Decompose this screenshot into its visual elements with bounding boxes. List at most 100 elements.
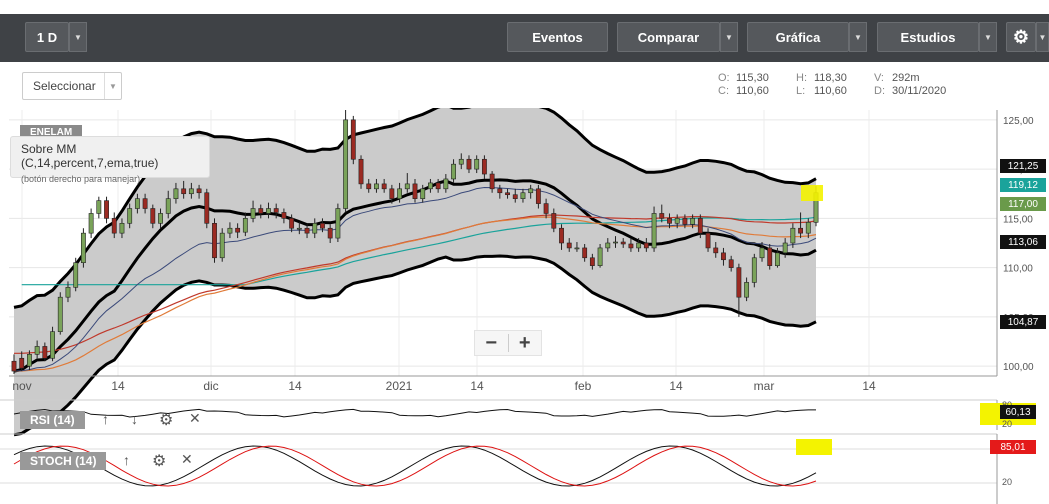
candle-body [605, 242, 611, 249]
candle-body [458, 158, 464, 165]
select-dropdown[interactable]: Seleccionar ▼ [22, 72, 122, 100]
candle-body [219, 232, 225, 259]
ohlc-volume: V: 292m [874, 72, 920, 84]
ohlc-close: C: 110,60 [718, 85, 769, 97]
candle-body [73, 262, 79, 288]
date-axis-label: 2021 [386, 379, 413, 393]
zoom-in-button[interactable]: + [509, 331, 542, 355]
candle-body [589, 257, 595, 266]
top-toolbar: 1 D ▼ Eventos Comparar ▼ Gráfica ▼ Estud… [0, 14, 1049, 62]
candle-body [474, 158, 480, 170]
candle-body [335, 208, 341, 239]
arrow-down-icon[interactable]: ↓ [131, 411, 138, 427]
candle-body [805, 222, 811, 234]
comparar-dropdown-icon[interactable]: ▼ [720, 22, 738, 52]
eventos-button[interactable]: Eventos [507, 22, 608, 52]
candle-body [27, 354, 32, 367]
interval-button[interactable]: 1 D [25, 22, 69, 52]
close-icon[interactable]: ✕ [189, 410, 201, 427]
candle-body [327, 227, 333, 239]
candle-body [705, 232, 711, 249]
study-tooltip: Sobre MM (C,14,percent,7,ema,true) (botó… [10, 136, 210, 184]
highlight-marker [801, 185, 823, 201]
arrow-up-icon[interactable]: ↑ [123, 452, 130, 468]
date-axis-label: feb [575, 379, 592, 393]
price-tag: 119,12 [1000, 178, 1046, 192]
date-axis-label: dic [203, 379, 218, 393]
candle-body [289, 218, 295, 229]
candle-body [535, 188, 541, 204]
zoom-out-button[interactable]: − [475, 331, 508, 355]
candle-body [435, 182, 441, 190]
candle-body [744, 282, 750, 298]
price-axis-label: 100,00 [1003, 362, 1034, 373]
candle-body [204, 192, 210, 224]
candle-body [667, 218, 672, 224]
candle-body [736, 267, 742, 298]
candle-body [759, 247, 765, 259]
chevron-down-icon[interactable]: ▼ [104, 73, 121, 99]
candle-body [551, 213, 557, 229]
candle-body [620, 241, 626, 245]
candle-body [320, 222, 325, 229]
comparar-button[interactable]: Comparar [617, 22, 720, 52]
candle-body [50, 331, 55, 359]
gear-icon[interactable]: ⚙ [152, 451, 166, 471]
arrow-up-icon[interactable]: ↑ [102, 411, 109, 427]
grafica-button[interactable]: Gráfica [747, 22, 849, 52]
candle-body [250, 208, 256, 219]
candle-body [404, 183, 410, 190]
settings-dropdown-icon[interactable]: ▼ [1036, 22, 1049, 52]
candle-body [188, 188, 194, 195]
candle-body [721, 252, 726, 261]
candle-body [713, 247, 719, 254]
stoch-label[interactable]: STOCH (14) [20, 452, 107, 470]
candle-body [790, 227, 796, 244]
date-axis-label: nov [12, 379, 31, 393]
estudios-button[interactable]: Estudios [877, 22, 979, 52]
candle-body [358, 158, 364, 185]
stoch-value: 85,01 [1000, 441, 1026, 453]
price-axis-label: 125,00 [1003, 116, 1034, 127]
grafica-dropdown-icon[interactable]: ▼ [849, 22, 867, 52]
candle-body [574, 247, 580, 250]
price-axis-label: 110,00 [1003, 264, 1033, 275]
price-tag: 117,00 [1000, 197, 1046, 211]
candle-body [42, 346, 48, 359]
candle-body [481, 158, 487, 175]
candle-body [304, 227, 310, 234]
candle-body [697, 218, 703, 234]
candle-body [412, 183, 418, 199]
candle-body [505, 192, 510, 196]
price-axis-label: 115,00 [1003, 214, 1033, 225]
candle-body [389, 188, 395, 199]
candle-body [397, 188, 402, 199]
candle-body [559, 227, 564, 244]
candle-body [767, 247, 773, 266]
ohlc-high: H: 118,30 [796, 72, 847, 84]
candle-body [266, 208, 271, 214]
stoch-k-line [13, 445, 817, 487]
date-axis-label: 14 [470, 379, 484, 393]
candle-body [134, 198, 140, 209]
candle-body [96, 200, 102, 214]
gear-icon[interactable]: ⚙ [159, 410, 173, 430]
candle-body [350, 119, 356, 160]
candle-body [173, 188, 179, 199]
estudios-dropdown-icon[interactable]: ▼ [979, 22, 997, 52]
rsi-label[interactable]: RSI (14) [20, 411, 85, 429]
candle-body [258, 208, 264, 214]
date-axis-label: mar [754, 379, 775, 393]
close-icon[interactable]: ✕ [181, 451, 193, 468]
candle-body [520, 192, 526, 199]
candle-body [512, 194, 518, 199]
candle-body [19, 357, 25, 369]
stoch-d-line [13, 445, 817, 487]
interval-dropdown-icon[interactable]: ▼ [69, 22, 87, 52]
candle-body [597, 247, 603, 266]
gear-icon[interactable]: ⚙ [1006, 22, 1036, 52]
candle-body [566, 242, 572, 249]
tooltip-hint: (botón derecho para manejar) [21, 174, 141, 184]
candle-body [613, 241, 618, 244]
date-axis-label: 14 [111, 379, 125, 393]
